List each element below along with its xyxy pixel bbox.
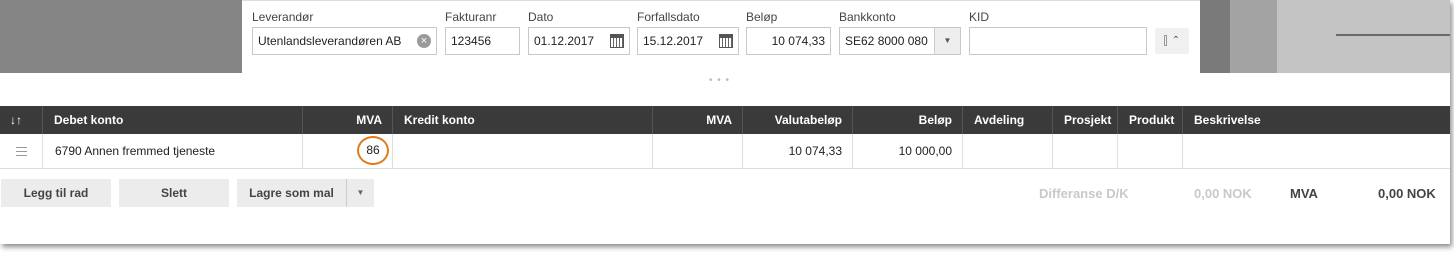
- invoice-number-value: 123456: [451, 34, 492, 48]
- clear-icon[interactable]: ×: [417, 34, 431, 48]
- chevron-down-icon[interactable]: ▼: [346, 179, 374, 207]
- calendar-icon[interactable]: [610, 34, 624, 48]
- bank-account-select[interactable]: SE62 8000 080 ▼: [839, 27, 961, 55]
- header-right-panel-1: [1200, 0, 1230, 73]
- supplier-field[interactable]: Utenlandsleverandøren AB ×: [252, 27, 437, 55]
- voucher-window: Leverandør Utenlandsleverandøren AB × Fa…: [0, 0, 1450, 244]
- sort-icon[interactable]: ↓↑: [0, 106, 43, 134]
- table-row[interactable]: 6790 Annen fremmed tjeneste 10 074,33 10…: [0, 134, 1450, 169]
- kid-label: KID: [969, 10, 990, 24]
- column-belop[interactable]: Beløp: [853, 106, 963, 134]
- amount-value: 10 074,33: [771, 34, 825, 48]
- cell-kredit-konto[interactable]: [393, 134, 653, 169]
- column-beskrivelse[interactable]: Beskrivelse: [1183, 106, 1450, 134]
- delete-button[interactable]: Slett: [119, 179, 229, 207]
- drag-handle-icon[interactable]: [16, 147, 27, 156]
- header-right-panel-2: [1230, 0, 1277, 73]
- cell-beskrivelse[interactable]: [1183, 134, 1450, 169]
- amount-field[interactable]: 10 074,33: [746, 27, 831, 55]
- cell-produkt[interactable]: [1118, 134, 1183, 169]
- cell-avdeling[interactable]: [963, 134, 1053, 169]
- date-value: 01.12.2017: [534, 34, 595, 48]
- due-date-value: 15.12.2017: [643, 34, 704, 48]
- column-kredit-konto[interactable]: Kredit konto: [393, 106, 653, 134]
- due-date-label: Forfallsdato: [637, 10, 700, 24]
- calendar-icon[interactable]: [719, 34, 733, 48]
- cell-debet-konto[interactable]: 6790 Annen fremmed tjeneste: [43, 134, 303, 169]
- difference-label: Differanse D/K: [1039, 186, 1129, 201]
- column-mva-debet[interactable]: MVA: [303, 106, 393, 134]
- header-divider-line: [1336, 34, 1450, 36]
- column-mva-kredit[interactable]: MVA: [653, 106, 743, 134]
- row-drag-cell[interactable]: [0, 134, 43, 169]
- column-prosjekt[interactable]: Prosjekt: [1053, 106, 1118, 134]
- panel-icon: [1163, 34, 1167, 46]
- mva-total-value: 0,00 NOK: [1378, 186, 1436, 201]
- cell-valutabelop[interactable]: 10 074,33: [743, 134, 853, 169]
- supplier-value: Utenlandsleverandøren AB: [258, 34, 402, 48]
- invoice-number-field[interactable]: 123456: [445, 27, 520, 55]
- column-produkt[interactable]: Produkt: [1118, 106, 1183, 134]
- column-valutabelop[interactable]: Valutabeløp: [743, 106, 853, 134]
- header-left-panel: [0, 0, 242, 73]
- difference-value: 0,00 NOK: [1194, 186, 1252, 201]
- mva-code-highlight[interactable]: 86: [357, 136, 389, 165]
- drag-handle[interactable]: • • •: [709, 75, 730, 86]
- chevron-double-up-icon: ⌃: [1171, 35, 1181, 46]
- column-avdeling[interactable]: Avdeling: [963, 106, 1053, 134]
- cell-belop[interactable]: 10 000,00: [853, 134, 963, 169]
- bank-account-label: Bankkonto: [839, 10, 896, 24]
- save-as-template-button[interactable]: Lagre som mal: [237, 179, 346, 207]
- date-label: Dato: [528, 10, 554, 24]
- collapse-header-button[interactable]: ⌃: [1155, 28, 1189, 54]
- due-date-field[interactable]: 15.12.2017: [637, 27, 739, 55]
- mva-total-label: MVA: [1290, 186, 1318, 201]
- cell-mva-kredit[interactable]: [653, 134, 743, 169]
- bank-account-value: SE62 8000 080: [845, 34, 928, 48]
- posting-table-header: ↓↑ Debet konto MVA Kredit konto MVA Valu…: [0, 106, 1450, 134]
- supplier-label: Leverandør: [252, 10, 314, 24]
- header-right-panel-3: [1277, 0, 1450, 73]
- date-field[interactable]: 01.12.2017: [528, 27, 630, 55]
- amount-label: Beløp: [746, 10, 778, 24]
- cell-prosjekt[interactable]: [1053, 134, 1118, 169]
- chevron-down-icon[interactable]: ▼: [934, 28, 960, 54]
- add-row-button[interactable]: Legg til rad: [1, 179, 111, 207]
- kid-field[interactable]: [969, 27, 1147, 55]
- invoice-header-form: Leverandør Utenlandsleverandøren AB × Fa…: [242, 0, 1200, 73]
- invoice-number-label: Fakturanr: [445, 10, 497, 24]
- column-debet-konto[interactable]: Debet konto: [43, 106, 303, 134]
